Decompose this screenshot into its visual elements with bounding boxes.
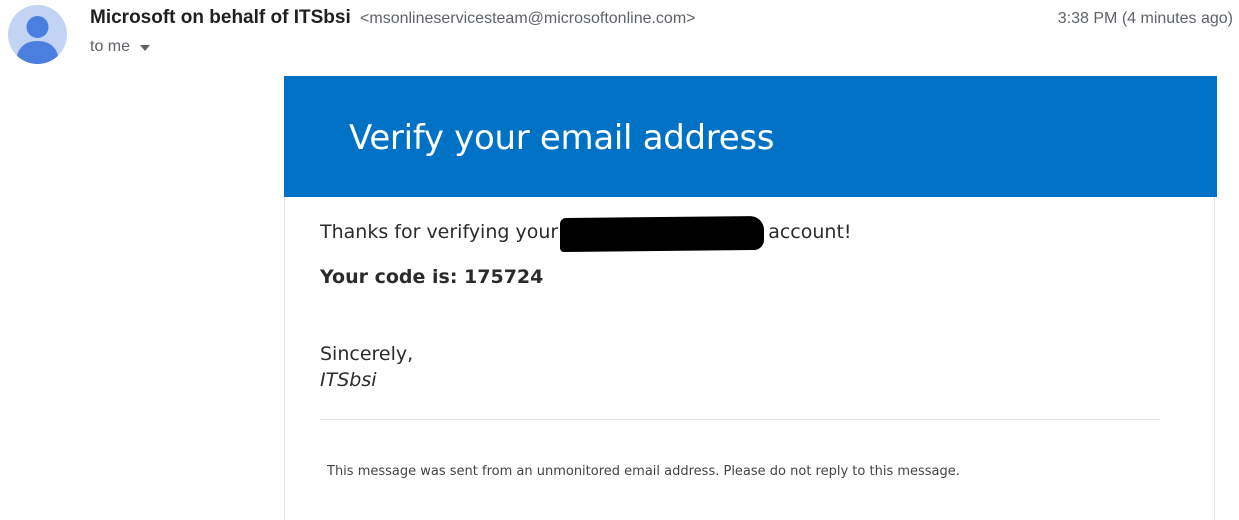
- signature: ITSbsi: [320, 369, 377, 391]
- timestamp: 3:38 PM (4 minutes ago): [1057, 10, 1233, 27]
- email-view: Microsoft on behalf of ITSbsi <msonlines…: [0, 0, 1239, 520]
- footer-note: This message was sent from an unmonitore…: [327, 464, 960, 479]
- caret-down-icon[interactable]: [140, 45, 151, 51]
- verification-code: Your code is: 175724: [320, 266, 544, 288]
- thanks-prefix: Thanks for verifying your: [320, 221, 559, 243]
- person-avatar-icon: [16, 16, 59, 64]
- sender-line: Microsoft on behalf of ITSbsi <msonlines…: [90, 7, 696, 29]
- email-card: Verify your email address Thanks for ver…: [284, 76, 1217, 520]
- email-banner: Verify your email address: [284, 76, 1217, 197]
- sign-off: Sincerely,: [320, 343, 414, 365]
- banner-title: Verify your email address: [349, 118, 775, 158]
- recipient-details-toggle[interactable]: to me: [90, 38, 151, 56]
- divider: [320, 419, 1160, 420]
- recipient-label: to me: [90, 38, 131, 55]
- sender-avatar[interactable]: [8, 5, 67, 64]
- thanks-line: Thanks for verifying your account!: [320, 215, 852, 253]
- redaction-mark: [560, 215, 765, 253]
- thanks-suffix: account!: [768, 221, 852, 243]
- sender-email: <msonlineservicesteam@microsoftonline.co…: [360, 10, 696, 27]
- sender-name[interactable]: Microsoft on behalf of ITSbsi: [90, 7, 351, 28]
